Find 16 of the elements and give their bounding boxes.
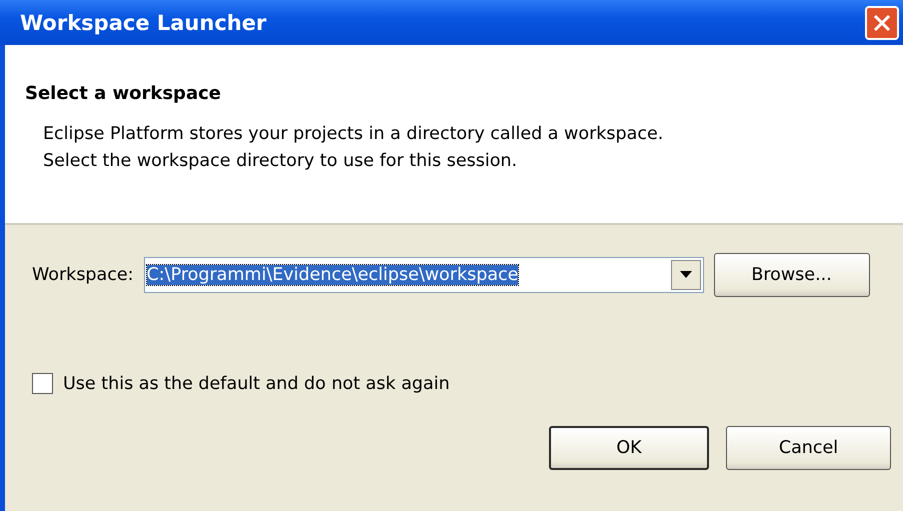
dialog-button[interactable]: Cancel [726,426,891,470]
dialog-button[interactable]: OK [549,426,709,470]
close-icon [873,14,891,32]
workspace-label: Workspace: [32,265,134,285]
description-text: Select the workspace directory to use for this session. [43,150,518,173]
browse-button[interactable]: Browse... [714,253,870,297]
header-title: Select a workspace [25,83,222,104]
close-button[interactable] [865,6,899,40]
description-text: Eclipse Platform stores your projects in a directory called a workspace. [43,123,664,146]
dropdown-button[interactable] [670,260,701,290]
workspace-path: C:\Programmi\Evidence\eclipse\workspace [146,265,520,285]
workspace-combo[interactable]: C:\Programmi\Evidence\eclipse\workspace [144,257,704,293]
window-title: Workspace Launcher [20,10,266,34]
caret-icon [680,271,692,279]
checkbox-label: Use this as the default and do not ask again [63,374,450,394]
checkbox[interactable] [32,373,53,394]
